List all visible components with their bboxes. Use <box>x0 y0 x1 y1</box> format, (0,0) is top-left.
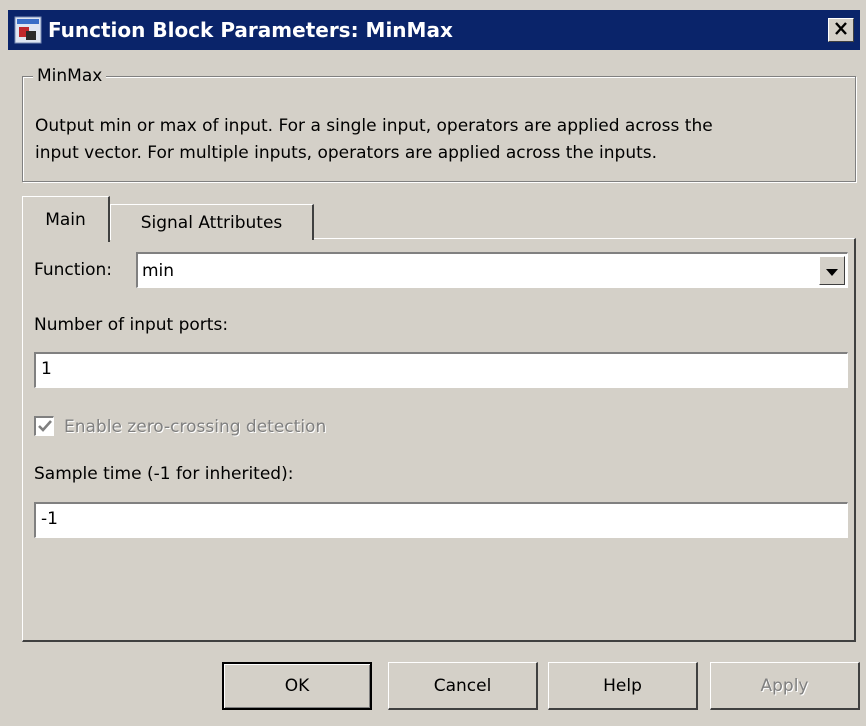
close-icon <box>834 20 848 40</box>
description-line-1: Output min or max of input. For a single… <box>35 116 713 136</box>
chevron-down-icon <box>826 261 838 281</box>
tab-panel-main <box>22 238 856 642</box>
block-description-group: MinMax Output min or max of input. For a… <box>22 65 856 182</box>
sample-time-label: Sample time (-1 for inherited): <box>34 464 294 484</box>
zero-crossing-label: Enable zero-crossing detection <box>64 417 327 437</box>
close-button[interactable] <box>828 18 854 42</box>
help-button[interactable]: Help <box>548 662 698 710</box>
function-select[interactable]: min <box>136 252 848 288</box>
simulink-block-icon <box>14 16 42 44</box>
input-ports-field[interactable]: 1 <box>34 352 848 388</box>
tab-signal-attributes[interactable]: Signal Attributes <box>110 204 314 240</box>
dropdown-button[interactable] <box>819 256 845 285</box>
zero-crossing-checkbox[interactable] <box>34 416 54 436</box>
cancel-button[interactable]: Cancel <box>388 662 538 710</box>
block-description: Output min or max of input. For a single… <box>35 113 835 167</box>
group-legend: MinMax <box>33 65 107 87</box>
apply-button[interactable]: Apply <box>710 662 860 710</box>
function-label: Function: <box>34 260 113 280</box>
ok-button[interactable]: OK <box>222 662 372 710</box>
description-line-2: input vector. For multiple inputs, opera… <box>35 143 658 163</box>
input-ports-label: Number of input ports: <box>34 315 229 335</box>
sample-time-field[interactable]: -1 <box>34 502 848 538</box>
checkmark-icon <box>37 417 52 437</box>
tab-main[interactable]: Main <box>22 196 110 242</box>
title-bar[interactable]: Function Block Parameters: MinMax <box>8 10 860 50</box>
dialog-window: Function Block Parameters: MinMax MinMax… <box>0 0 866 726</box>
window-title: Function Block Parameters: MinMax <box>48 18 453 42</box>
function-select-value: min <box>142 261 175 281</box>
